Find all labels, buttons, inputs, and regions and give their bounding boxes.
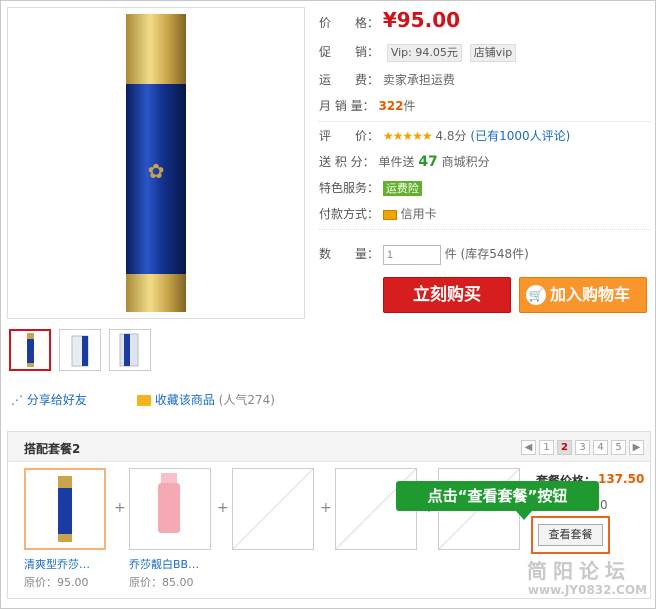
instruction-callout: 点击“查看套餐”按钮 (396, 481, 599, 520)
pager-page-2[interactable]: 2 (557, 440, 572, 455)
shipping-label: 运 费： (319, 73, 380, 87)
sales-label: 月 销 量： (319, 99, 375, 113)
promo-label: 促 销： (319, 45, 380, 59)
pager-page-4[interactable]: 4 (593, 440, 608, 455)
divider (319, 121, 651, 122)
sales-row: 月 销 量： 322件 (319, 95, 416, 117)
add-to-cart-button[interactable]: 🛒 加入购物车 (519, 277, 647, 313)
favorite-label: 收藏该商品 (154, 393, 215, 407)
points-row: 送 积 分： 单件送 47 商城积分 (319, 151, 490, 173)
payment-value: 信用卡 (400, 207, 437, 221)
points-value: 47 (418, 154, 438, 170)
quantity-unit: 件 (444, 247, 457, 261)
combo-item-1-price: 原价：95.00 (24, 576, 89, 589)
watermark-text: 简阳论坛 (527, 559, 631, 583)
freight-insurance-badge: 运费险 (382, 181, 422, 196)
rating-score: 4.8分 (435, 129, 467, 143)
pager-page-1[interactable]: 1 (539, 440, 554, 455)
favorite-link[interactable]: 收藏该商品 (人气274) (137, 391, 275, 408)
main-product-image: ✿ (7, 7, 305, 319)
thumb-box-icon (71, 335, 89, 367)
payment-label: 付款方式： (319, 207, 380, 221)
points-suffix: 商城积分 (441, 155, 490, 169)
divider (319, 229, 651, 230)
combo-pager: ◀ 1 2 3 4 5 ▶ (521, 440, 644, 455)
share-icon: ⋰ (11, 393, 23, 407)
view-combo-button[interactable]: 查看套餐 (538, 524, 603, 546)
combo-item-1-name[interactable]: 清爽型乔莎… (24, 556, 90, 572)
shipping-row: 运 费： 卖家承担运费 (319, 69, 455, 91)
combo-title: 搭配套餐2 (24, 442, 81, 456)
quantity-input[interactable] (382, 244, 441, 265)
plus-icon: + (320, 500, 332, 516)
pager-next-button[interactable]: ▶ (629, 440, 644, 455)
combo-panel-header: 搭配套餐2 ◀ 1 2 3 4 5 ▶ (8, 432, 650, 462)
payment-row: 付款方式： 信用卡 (319, 203, 437, 225)
share-link[interactable]: ⋰ 分享给好友 (11, 391, 87, 408)
pager-page-3[interactable]: 3 (575, 440, 590, 455)
empty-slot-icon (232, 468, 314, 550)
thumb-bottle-icon (27, 333, 34, 367)
combo-item-2-price: 原价：85.00 (129, 576, 194, 589)
vip-price-tag: Vip: 94.05元 (386, 44, 462, 62)
price-value: ¥95.00 (382, 8, 461, 32)
svg-text:✿: ✿ (148, 159, 165, 183)
service-row: 特色服务： 运费险 (319, 177, 422, 199)
rating-label: 评 价： (319, 129, 380, 143)
plus-icon: + (114, 500, 126, 516)
buy-now-button[interactable]: 立刻购买 (383, 277, 511, 313)
add-to-cart-label: 加入购物车 (550, 285, 631, 304)
combo-item-2-name[interactable]: 乔莎靓白BB… (129, 556, 199, 572)
bottle-image: ✿ (126, 14, 186, 312)
price-row: 价 格： ¥95.00 (319, 7, 460, 33)
thumbnail-1[interactable] (9, 329, 51, 371)
shipping-value: 卖家承担运费 (382, 73, 455, 87)
thumbnail-3[interactable] (109, 329, 151, 371)
sales-value: 322 (378, 99, 404, 113)
quantity-row: 数 量： 件 (库存548件) (319, 243, 529, 265)
view-combo-highlight: 查看套餐 (531, 516, 610, 554)
pager-page-5[interactable]: 5 (611, 440, 626, 455)
thumbnail-2[interactable] (59, 329, 101, 371)
combo-item-1-image[interactable] (24, 468, 106, 550)
combo-item-3-placeholder (232, 468, 314, 550)
rating-stars: ★★★★★ (382, 129, 433, 143)
pager-prev-button[interactable]: ◀ (521, 440, 536, 455)
popularity-count: (人气274) (218, 393, 275, 407)
folder-star-icon (137, 395, 151, 406)
bottle-icon (58, 476, 72, 542)
cart-icon: 🛒 (526, 285, 546, 305)
combo-price-value: 137.50 (598, 472, 645, 486)
quantity-label: 数 量： (319, 247, 380, 261)
product-page: ✿ 价 格： ¥95.00 促 销： Vip: 94.05元 店铺vip 运 费… (0, 0, 656, 609)
price-label: 价 格： (319, 16, 380, 30)
stock-count: (库存548件) (460, 247, 529, 261)
rating-row: 评 价： ★★★★★ 4.8分 (已有1000人评论) (319, 125, 570, 147)
points-label: 送 积 分： (319, 155, 375, 169)
service-label: 特色服务： (319, 181, 380, 195)
promo-row: 促 销： Vip: 94.05元 店铺vip (319, 41, 517, 63)
store-vip-tag: 店铺vip (469, 44, 517, 62)
share-label: 分享给好友 (26, 393, 87, 407)
sales-unit: 件 (403, 99, 416, 113)
thumb-box-icon (119, 333, 139, 367)
points-prefix: 单件送 (378, 155, 415, 169)
watermark-url: www.JY0832.COM (527, 583, 647, 597)
combo-saving-fragment: 0 (600, 498, 608, 512)
rating-count-link[interactable]: (已有1000人评论) (470, 129, 570, 143)
combo-item-2-image[interactable] (129, 468, 211, 550)
pink-tube-icon (158, 473, 180, 533)
credit-card-icon (382, 209, 397, 220)
plus-icon: + (217, 500, 229, 516)
